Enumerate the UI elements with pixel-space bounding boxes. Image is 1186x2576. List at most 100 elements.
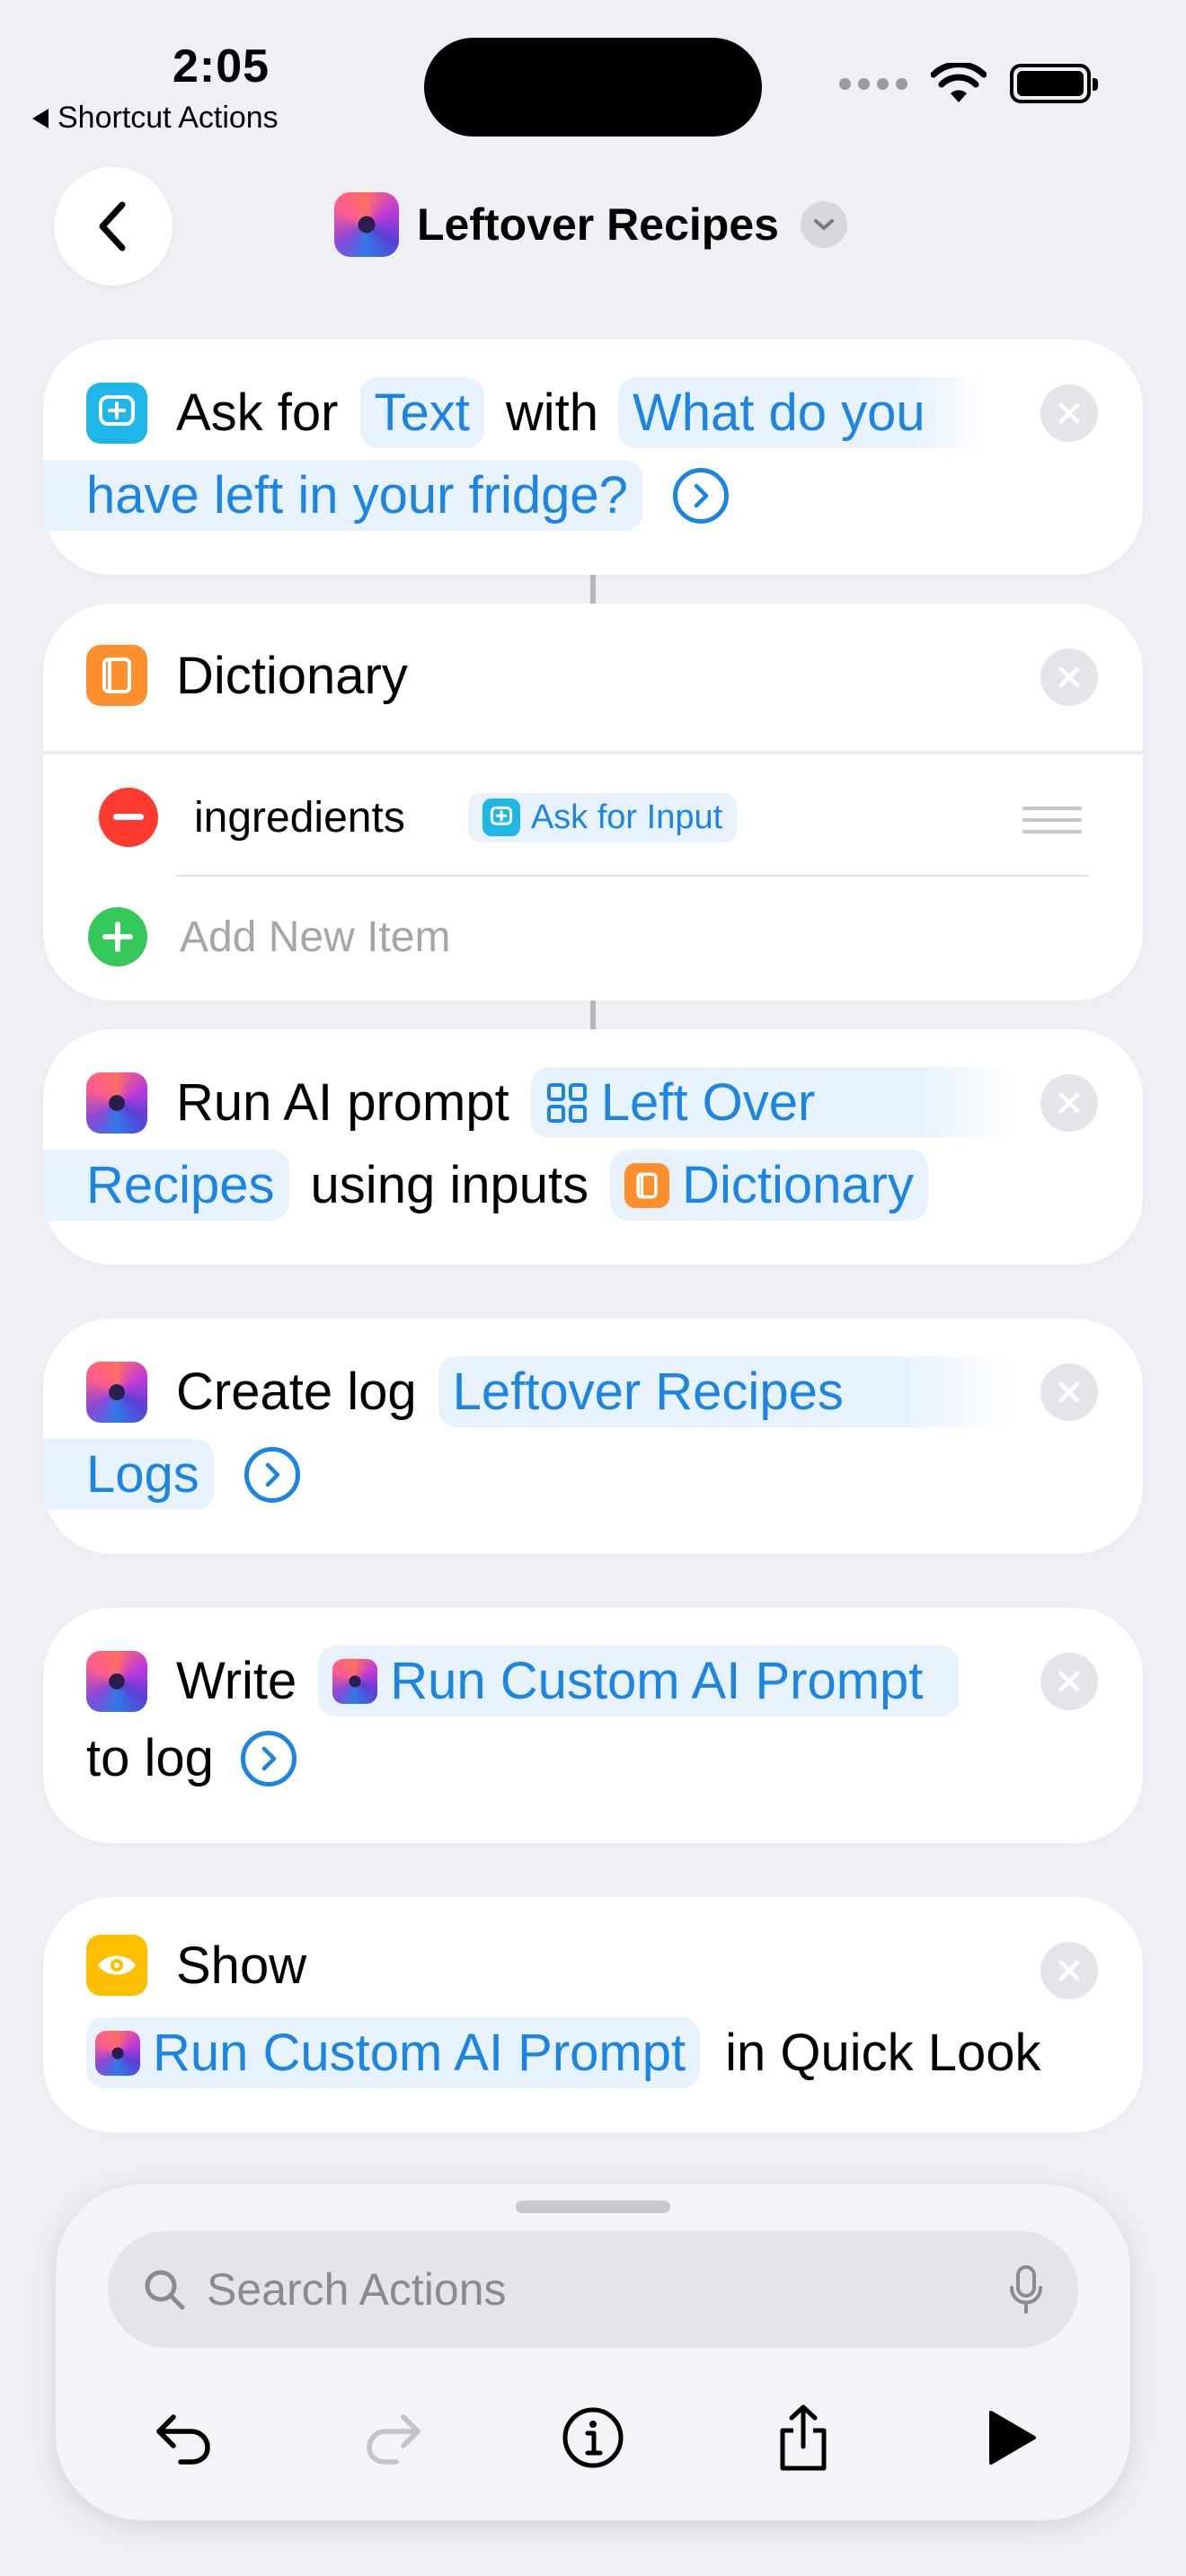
dictionary-key[interactable]: ingredients bbox=[194, 793, 405, 842]
action-dictionary[interactable]: Dictionary ingredients Ask for Input Add… bbox=[43, 604, 1143, 1001]
action-write-to-log[interactable]: Write Run Custom AI Prompt to log bbox=[43, 1608, 1143, 1843]
actions-bottom-sheet[interactable] bbox=[56, 2184, 1130, 2520]
status-time: 2:05 bbox=[173, 40, 270, 93]
microphone-icon[interactable] bbox=[1008, 2264, 1044, 2315]
undo-button[interactable] bbox=[138, 2393, 228, 2483]
close-icon bbox=[1058, 666, 1080, 688]
dictionary-value-label: Ask for Input bbox=[530, 798, 723, 836]
remove-item-minus-icon[interactable] bbox=[99, 788, 158, 847]
grid-icon bbox=[546, 1082, 587, 1123]
ai-prompt-name-line1: Left Over bbox=[600, 1073, 816, 1132]
play-icon bbox=[989, 2411, 1036, 2465]
ai-prompt-icon bbox=[332, 1658, 378, 1704]
dictionary-title: Dictionary bbox=[176, 646, 408, 705]
action-ask-for-input[interactable]: Ask for Text with What do you have left … bbox=[43, 340, 1143, 575]
show-value-token[interactable]: Run Custom AI Prompt bbox=[86, 2017, 701, 2088]
dictionary-icon bbox=[624, 1162, 670, 1208]
search-icon bbox=[145, 2270, 185, 2310]
using-inputs-label: using inputs bbox=[310, 1156, 589, 1214]
ai-prompt-token-line2[interactable]: Recipes bbox=[43, 1150, 289, 1221]
info-icon bbox=[562, 2407, 624, 2468]
ask-for-label: Ask for bbox=[176, 384, 339, 442]
run-shortcut-button[interactable] bbox=[967, 2393, 1057, 2483]
add-new-item-placeholder: Add New Item bbox=[180, 913, 451, 961]
cellular-dots-icon bbox=[839, 77, 907, 90]
action-run-ai-prompt[interactable]: Run AI prompt Left Over Recipes using in… bbox=[43, 1029, 1143, 1265]
remove-action-button[interactable] bbox=[1040, 1074, 1098, 1132]
create-log-label: Create log bbox=[176, 1363, 417, 1421]
with-label: with bbox=[505, 384, 599, 442]
run-ai-prompt-label: Run AI prompt bbox=[176, 1073, 509, 1132]
input-dictionary-token[interactable]: Dictionary bbox=[610, 1150, 928, 1221]
remove-action-button[interactable] bbox=[1040, 1653, 1098, 1710]
ai-prompt-token-line1[interactable]: Left Over bbox=[530, 1067, 1014, 1138]
row-separator bbox=[176, 875, 1089, 877]
redo-arrow-icon bbox=[367, 2414, 420, 2465]
back-to-app-label: Shortcut Actions bbox=[58, 101, 279, 135]
prompt-token-line1[interactable]: What do you bbox=[618, 377, 987, 448]
editor-toolbar bbox=[56, 2393, 1130, 2483]
share-button[interactable] bbox=[758, 2393, 848, 2483]
write-label: Write bbox=[176, 1652, 297, 1710]
log-name-token-line2[interactable]: Logs bbox=[43, 1439, 214, 1510]
ai-prompt-icon bbox=[86, 1361, 147, 1423]
status-indicators bbox=[839, 63, 1098, 104]
wifi-icon bbox=[931, 63, 987, 102]
remove-action-button[interactable] bbox=[1040, 1942, 1098, 1999]
back-to-app-link[interactable]: Shortcut Actions bbox=[32, 101, 279, 136]
flow-connector bbox=[590, 571, 596, 604]
eye-icon bbox=[86, 1935, 147, 1996]
write-value-label: Run Custom AI Prompt bbox=[390, 1652, 924, 1710]
in-quick-look-label: in Quick Look bbox=[725, 2024, 1041, 2082]
shortcut-title-menu[interactable]: Leftover Recipes bbox=[334, 192, 847, 257]
battery-icon bbox=[1010, 64, 1098, 103]
remove-action-button[interactable] bbox=[1040, 1363, 1098, 1421]
undo-arrow-icon bbox=[156, 2414, 210, 2465]
add-new-item-row[interactable]: Add New Item bbox=[88, 907, 450, 966]
chevron-left-icon bbox=[99, 201, 126, 251]
ask-for-input-icon bbox=[86, 382, 147, 444]
expand-chevron-icon[interactable] bbox=[240, 1730, 296, 1786]
action-create-log[interactable]: Create log Leftover Recipes Logs bbox=[43, 1319, 1143, 1554]
close-icon bbox=[1058, 1671, 1080, 1692]
remove-action-button[interactable] bbox=[1040, 648, 1098, 706]
chevron-down-icon bbox=[800, 201, 847, 248]
close-icon bbox=[1058, 402, 1080, 424]
dictionary-row[interactable]: ingredients Ask for Input bbox=[99, 788, 738, 847]
ai-prompt-icon bbox=[86, 1650, 147, 1712]
sheet-grabber[interactable] bbox=[516, 2201, 670, 2213]
back-triangle-icon bbox=[32, 108, 49, 128]
close-icon bbox=[1058, 1092, 1080, 1114]
dictionary-value-token[interactable]: Ask for Input bbox=[467, 792, 738, 842]
close-icon bbox=[1058, 1381, 1080, 1403]
dictionary-icon bbox=[86, 645, 147, 706]
input-type-token[interactable]: Text bbox=[359, 377, 484, 448]
dynamic-island bbox=[424, 38, 762, 137]
ask-for-input-icon bbox=[482, 798, 520, 836]
back-button[interactable] bbox=[54, 167, 173, 286]
search-actions-field[interactable] bbox=[108, 2231, 1078, 2348]
ai-prompt-icon bbox=[86, 1072, 147, 1134]
flow-connector bbox=[590, 997, 596, 1029]
add-item-plus-icon[interactable] bbox=[88, 907, 147, 966]
search-actions-input[interactable] bbox=[207, 2263, 1008, 2316]
redo-button[interactable] bbox=[349, 2393, 438, 2483]
shortcut-app-icon bbox=[334, 192, 399, 257]
shortcut-title: Leftover Recipes bbox=[417, 199, 779, 250]
write-value-token[interactable]: Run Custom AI Prompt bbox=[318, 1645, 960, 1716]
expand-chevron-icon[interactable] bbox=[672, 467, 729, 524]
action-show-quick-look[interactable]: Show Run Custom AI Prompt in Quick Look bbox=[43, 1897, 1143, 2132]
ai-prompt-icon bbox=[95, 2030, 140, 2076]
share-icon bbox=[780, 2404, 827, 2471]
dictionary-divider bbox=[43, 751, 1143, 754]
log-name-token-line1[interactable]: Leftover Recipes bbox=[438, 1356, 1013, 1427]
reorder-handle-icon[interactable] bbox=[1022, 807, 1082, 834]
prompt-token-line2[interactable]: have left in your fridge? bbox=[43, 460, 642, 531]
close-icon bbox=[1058, 1960, 1080, 1981]
show-value-label: Run Custom AI Prompt bbox=[153, 2024, 686, 2082]
expand-chevron-icon[interactable] bbox=[243, 1446, 300, 1503]
remove-action-button[interactable] bbox=[1040, 384, 1098, 442]
show-label: Show bbox=[176, 1936, 307, 1995]
info-button[interactable] bbox=[548, 2393, 638, 2483]
to-log-label: to log bbox=[86, 1729, 214, 1787]
